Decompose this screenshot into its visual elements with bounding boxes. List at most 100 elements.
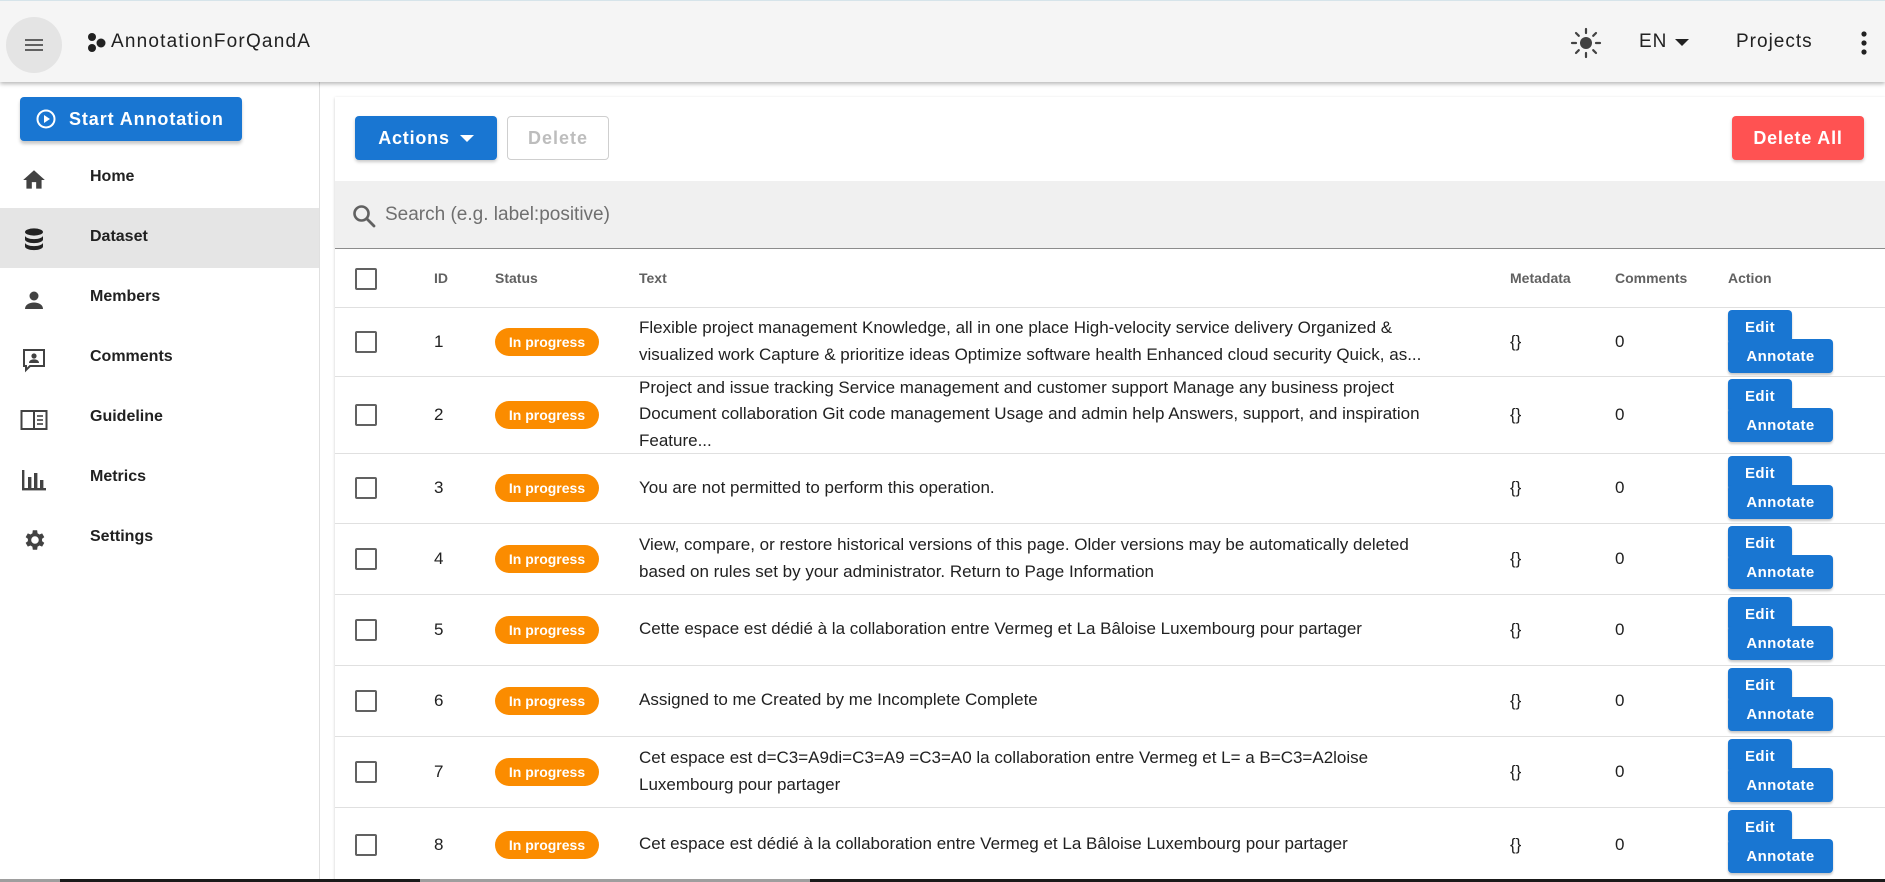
delete-all-button[interactable]: Delete All <box>1732 116 1864 160</box>
start-annotation-button[interactable]: Start Annotation <box>20 97 242 141</box>
row-metadata: {} <box>1510 761 1522 781</box>
search-input[interactable] <box>383 195 1787 235</box>
row-metadata: {} <box>1510 331 1522 351</box>
column-header-id[interactable]: ID <box>434 270 448 286</box>
row-id: 7 <box>434 761 444 781</box>
sidebar-item-metrics[interactable]: Metrics <box>0 448 319 508</box>
table-row[interactable]: 2 In progress Project and issue tracking S… <box>335 376 1885 454</box>
row-text: You are not permitted to perform this op… <box>639 477 995 497</box>
table-row[interactable]: 3 In progress You are not permitted to per… <box>335 453 1885 524</box>
language-label: EN <box>1639 31 1668 52</box>
row-text: Project and issue tracking Service manag… <box>639 377 1420 450</box>
row-text: Cet espace est d=C3=A9di=C3=A9 =C3=A0 la… <box>639 748 1369 794</box>
sidebar-item-label: Dataset <box>90 228 148 245</box>
row-id: 4 <box>434 548 444 568</box>
column-header-status[interactable]: Status <box>495 270 538 286</box>
sidebar-item-comments[interactable]: Comments <box>0 328 319 388</box>
sidebar: Start Annotation Home Dataset Members Co… <box>0 81 320 882</box>
row-id: 6 <box>434 690 444 710</box>
annotate-button[interactable]: Annotate <box>1728 768 1833 802</box>
home-icon <box>20 166 48 194</box>
more-vert-icon[interactable] <box>1858 29 1870 57</box>
app-bar: AnnotationForQandA EN Projects <box>0 0 1885 82</box>
annotate-button[interactable]: Annotate <box>1728 408 1833 442</box>
table-row[interactable]: 5 In progress Cette espace est dédié à la … <box>335 594 1885 666</box>
row-text: Flexible project management Knowledge, a… <box>639 318 1422 364</box>
row-id: 5 <box>434 619 444 639</box>
row-metadata: {} <box>1510 834 1522 854</box>
theme-toggle-icon[interactable] <box>1570 27 1602 59</box>
sidebar-item-label: Metrics <box>90 468 147 485</box>
column-header-action: Action <box>1728 270 1772 286</box>
row-checkbox[interactable] <box>355 330 377 353</box>
table-row[interactable]: 1 In progress Flexible project management … <box>335 307 1885 377</box>
annotate-button[interactable]: Annotate <box>1728 697 1833 731</box>
sidebar-item-home[interactable]: Home <box>0 148 319 208</box>
status-badge: In progress <box>495 327 599 356</box>
annotate-button[interactable]: Annotate <box>1728 339 1833 373</box>
row-comments: 0 <box>1615 690 1625 710</box>
column-header-metadata[interactable]: Metadata <box>1510 270 1571 286</box>
row-checkbox[interactable] <box>355 547 377 570</box>
annotate-button[interactable]: Annotate <box>1728 839 1833 873</box>
sidebar-item-label: Comments <box>90 348 173 365</box>
row-metadata: {} <box>1510 404 1522 424</box>
table-row[interactable]: 8 In progress Cet espace est dédié à la co… <box>335 807 1885 882</box>
comment-account-icon <box>20 346 48 374</box>
row-checkbox[interactable] <box>355 403 377 426</box>
row-id: 3 <box>434 478 444 497</box>
sidebar-item-label: Members <box>90 288 161 305</box>
status-badge: In progress <box>495 544 599 573</box>
actions-menu-button[interactable]: Actions <box>355 116 497 160</box>
row-text: Cette espace est dédié à la collaboratio… <box>639 619 1362 639</box>
table-header: ID Status Text Metadata Comments Action <box>335 249 1885 308</box>
sidebar-item-members[interactable]: Members <box>0 268 319 328</box>
row-checkbox[interactable] <box>355 833 377 856</box>
row-checkbox[interactable] <box>355 689 377 712</box>
row-metadata: {} <box>1510 690 1522 710</box>
sidebar-item-settings[interactable]: Settings <box>0 508 319 568</box>
annotate-button[interactable]: Annotate <box>1728 626 1833 660</box>
row-id: 1 <box>434 331 444 351</box>
status-badge: In progress <box>495 686 599 715</box>
status-badge: In progress <box>495 757 599 786</box>
row-comments: 0 <box>1615 834 1625 854</box>
row-id: 8 <box>434 834 444 854</box>
column-header-text[interactable]: Text <box>639 270 667 286</box>
table-row[interactable]: 4 In progress View, compare, or restore hi… <box>335 523 1885 595</box>
row-text: Assigned to me Created by me Incomplete … <box>639 690 1038 710</box>
row-metadata: {} <box>1510 478 1522 497</box>
menu-icon <box>25 39 43 51</box>
sidebar-item-guideline[interactable]: Guideline <box>0 388 319 448</box>
table-row[interactable]: 7 In progress Cet espace est d=C3=A9di=C3=… <box>335 736 1885 808</box>
row-text: View, compare, or restore historical ver… <box>639 535 1409 581</box>
language-select[interactable]: EN <box>1639 28 1690 56</box>
column-header-comments[interactable]: Comments <box>1615 270 1687 286</box>
row-checkbox[interactable] <box>355 760 377 783</box>
start-annotation-label: Start Annotation <box>69 108 224 129</box>
row-text: Cet espace est dédié à la collaboration … <box>639 834 1348 854</box>
row-id: 2 <box>434 404 444 424</box>
database-icon <box>20 226 48 254</box>
delete-button[interactable]: Delete <box>507 116 609 160</box>
sidebar-item-dataset[interactable]: Dataset <box>0 208 319 268</box>
app-title[interactable]: AnnotationForQandA <box>111 28 311 56</box>
select-all-checkbox[interactable] <box>355 268 377 290</box>
table-row[interactable]: 6 In progress Assigned to me Created by me… <box>335 665 1885 737</box>
row-comments: 0 <box>1615 548 1625 568</box>
status-badge: In progress <box>495 474 599 502</box>
status-badge: In progress <box>495 830 599 859</box>
annotate-button[interactable]: Annotate <box>1728 485 1833 519</box>
row-checkbox[interactable] <box>355 618 377 641</box>
book-open-icon <box>20 406 48 434</box>
sidebar-item-label: Guideline <box>90 408 163 425</box>
row-checkbox[interactable] <box>355 477 377 499</box>
sidebar-item-label: Home <box>90 168 135 185</box>
menu-button[interactable] <box>6 17 62 73</box>
gear-icon <box>20 526 48 554</box>
play-circle-icon <box>36 109 56 129</box>
row-metadata: {} <box>1510 619 1522 639</box>
projects-link[interactable]: Projects <box>1736 28 1813 56</box>
annotate-button[interactable]: Annotate <box>1728 555 1833 589</box>
actions-label: Actions <box>378 127 450 148</box>
